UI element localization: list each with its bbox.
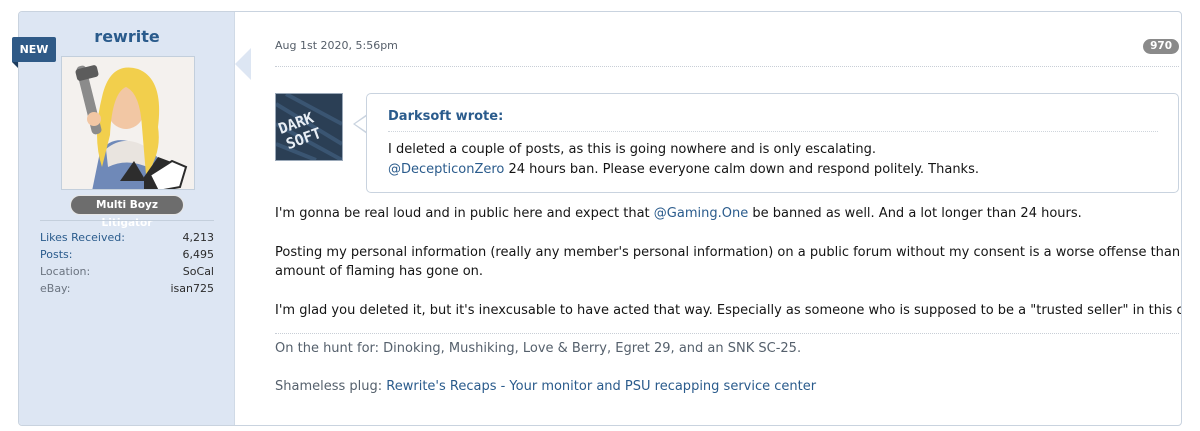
post-paragraph: I'm gonna be real loud and in public her… <box>275 204 1082 223</box>
new-post-ribbon: NEW <box>12 37 56 68</box>
signature-plug: Shameless plug: Rewrite's Recaps - Your … <box>275 379 816 394</box>
stat-ebay: eBay: isan725 <box>40 280 214 297</box>
post-paragraph-line: amount of flaming has gone on. <box>275 264 484 279</box>
stat-label: Location: <box>40 265 91 278</box>
paragraph-text: I'm gonna be real loud and in public her… <box>275 206 654 221</box>
quote-text-fragment: 24 hours ban. Please everyone calm down … <box>504 162 980 177</box>
quote-divider <box>388 131 1158 132</box>
stat-value: 4,213 <box>182 231 215 244</box>
message-bubble-arrow-edge <box>234 48 235 80</box>
post-content: Aug 1st 2020, 5:56pm 970 DARK SOFT Darks… <box>275 12 1182 425</box>
signature-plug-label: Shameless plug: <box>275 379 387 394</box>
quote-author-link[interactable]: Darksoft wrote: <box>388 109 503 124</box>
stat-label[interactable]: Likes Received: <box>40 229 125 246</box>
signature-plug-link[interactable]: Rewrite's Recaps - Your monitor and PSU … <box>386 379 816 394</box>
user-stats: Likes Received: 4,213 Posts: 6,495 Locat… <box>40 220 214 297</box>
quote-block: Darksoft wrote: I deleted a couple of po… <box>366 93 1179 193</box>
post-paragraph: I'm glad you deleted it, but it's inexcu… <box>275 303 1182 318</box>
user-sidebar: rewrite Multi Boyz Litigator Likes Recei… <box>19 12 235 425</box>
user-avatar[interactable] <box>61 56 195 190</box>
stat-likes-received: Likes Received: 4,213 <box>40 229 214 246</box>
stat-label[interactable]: Posts: <box>40 246 72 263</box>
mention-link[interactable]: @Gaming.One <box>654 206 748 221</box>
header-divider <box>275 66 1179 67</box>
paragraph-text: be banned as well. And a lot longer than… <box>748 206 1082 221</box>
stat-value: 6,495 <box>182 248 215 261</box>
signature-divider <box>275 333 1179 334</box>
quote-author-avatar[interactable]: DARK SOFT <box>275 93 343 161</box>
stat-value: SoCal <box>182 265 214 278</box>
post-timestamp-link[interactable]: Aug 1st 2020, 5:56pm <box>275 39 398 52</box>
forum-post: rewrite Multi Boyz Litigator Likes Recei… <box>18 11 1182 426</box>
quote-text-line: I deleted a couple of posts, as this is … <box>388 142 876 157</box>
user-title-badge: Multi Boyz Litigator <box>71 196 183 229</box>
avatar-image <box>62 57 194 189</box>
quote-text-line: @DecepticonZero 24 hours ban. Please eve… <box>388 162 979 177</box>
mention-link[interactable]: @DecepticonZero <box>388 162 504 177</box>
stat-value: isan725 <box>170 282 215 295</box>
post-paragraph-line: Posting my personal information (really … <box>275 245 1182 260</box>
stat-posts: Posts: 6,495 <box>40 246 214 263</box>
signature-line: On the hunt for: Dinoking, Mushiking, Lo… <box>275 341 802 356</box>
stat-location: Location: SoCal <box>40 263 214 280</box>
darksoft-logo-icon: DARK SOFT <box>276 94 342 160</box>
stat-label: eBay: <box>40 282 71 295</box>
message-bubble-arrow <box>235 48 251 80</box>
post-number-badge[interactable]: 970 <box>1143 39 1179 54</box>
